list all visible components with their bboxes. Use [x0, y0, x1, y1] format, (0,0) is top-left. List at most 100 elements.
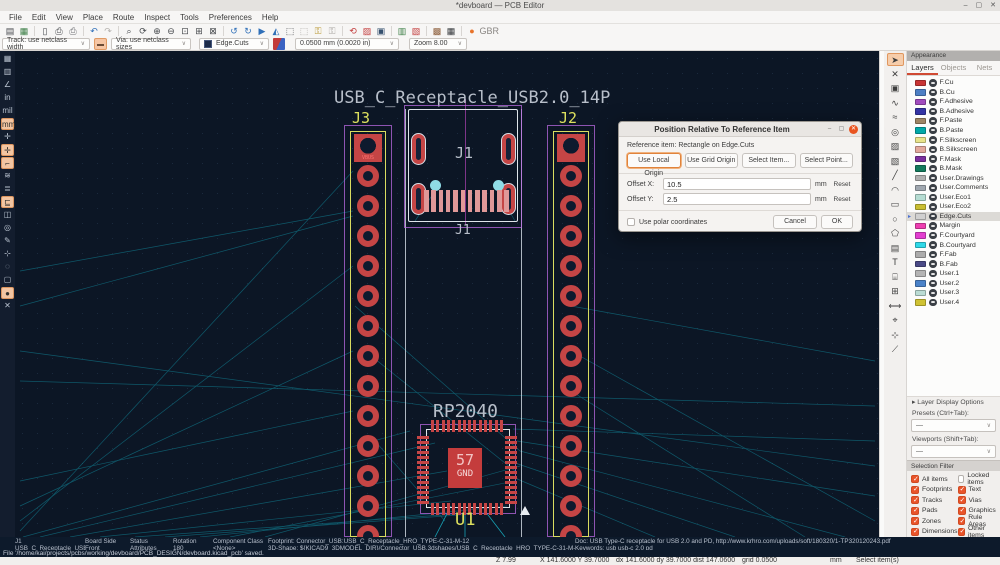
menu-help[interactable]: Help [257, 11, 283, 24]
pad[interactable] [560, 345, 582, 367]
pad[interactable] [417, 496, 429, 499]
add-textbox-icon[interactable]: ⌸ [887, 271, 904, 284]
menu-edit[interactable]: Edit [27, 11, 51, 24]
pad[interactable] [357, 375, 379, 397]
polar-coords-icon[interactable]: ⌐ [1, 157, 14, 169]
zone-display-icon[interactable]: ▢ [1, 274, 14, 286]
layer-color-swatch[interactable] [915, 175, 926, 182]
window-titlebar[interactable]: *devboard — PCB Editor ‒ ▢ ✕ [0, 0, 1000, 11]
B.Fab[interactable]: B.Fab [907, 259, 1000, 269]
filter-locked-items[interactable]: Locked items [958, 474, 1000, 485]
pad[interactable] [484, 420, 487, 432]
filter-all-items[interactable]: All items [911, 474, 958, 485]
pad[interactable] [417, 491, 429, 494]
polar-coordinates-checkbox[interactable] [627, 218, 635, 226]
window-close-button[interactable]: ✕ [990, 0, 996, 11]
pad[interactable] [442, 503, 445, 515]
pad[interactable] [417, 471, 429, 474]
pad[interactable] [452, 420, 455, 432]
layer-visibility-eye-icon[interactable] [929, 232, 937, 240]
pad[interactable] [453, 190, 458, 212]
pad[interactable] [417, 461, 429, 464]
via-size-select[interactable]: Via: use netclass sizes∨ [111, 38, 191, 50]
layer-select[interactable]: Edge.Cuts∨ [199, 38, 269, 50]
F.Paste[interactable]: F.Paste [907, 116, 1000, 126]
layer-color-swatch[interactable] [915, 127, 926, 134]
route-diff-pairs-icon[interactable]: ≈ [887, 111, 904, 124]
ratsnest-visibility-icon[interactable]: ≣ [1, 183, 14, 195]
layer-color-swatch[interactable] [915, 223, 926, 230]
pad[interactable] [417, 436, 429, 439]
pad[interactable] [417, 486, 429, 489]
layer-visibility-eye-icon[interactable] [929, 79, 937, 87]
angle-snap-icon[interactable]: ∠ [1, 79, 14, 91]
grid-origin-icon[interactable]: ⊹ [887, 329, 904, 342]
window-minimize-button[interactable]: ‒ [964, 0, 968, 11]
filter-zones[interactable]: Zones [911, 516, 958, 527]
B.Paste[interactable]: B.Paste [907, 126, 1000, 136]
draw-arc-icon[interactable]: ◠ [887, 184, 904, 197]
F.Courtyard[interactable]: F.Courtyard [907, 231, 1000, 241]
pad[interactable] [560, 255, 582, 277]
pad[interactable] [357, 285, 379, 307]
sketch-mode-icon[interactable]: ✎ [1, 235, 14, 247]
track-width-indicator-icon[interactable] [94, 38, 107, 50]
layer-color-swatch[interactable] [915, 80, 926, 87]
pad[interactable] [560, 465, 582, 487]
j1-reference-label[interactable]: J1 [455, 144, 473, 162]
u1-reference-label[interactable]: U1 [455, 510, 475, 530]
offset-y-input[interactable]: 2.5 [663, 193, 811, 205]
layer-visibility-eye-icon[interactable] [929, 155, 937, 163]
pad[interactable] [446, 190, 451, 212]
pad[interactable] [505, 476, 517, 479]
pad[interactable] [417, 476, 429, 479]
pad[interactable] [357, 345, 379, 367]
cancel-button[interactable]: Cancel [773, 215, 817, 229]
pad[interactable] [357, 165, 379, 187]
update-pcb-from-schematic-icon[interactable]: ⟲ [347, 25, 360, 37]
pad[interactable] [357, 315, 379, 337]
page-settings-icon[interactable]: ▯ [39, 25, 52, 37]
layer-visibility-eye-icon[interactable] [929, 127, 937, 135]
layer-color-swatch[interactable] [915, 99, 926, 106]
layer-visibility-eye-icon[interactable] [929, 270, 937, 278]
pad-display-icon[interactable]: ◎ [1, 222, 14, 234]
pad[interactable] [357, 405, 379, 427]
track-display-icon[interactable]: ⊹ [1, 248, 14, 260]
menu-preferences[interactable]: Preferences [204, 11, 257, 24]
pad[interactable] [505, 501, 517, 504]
pad[interactable] [463, 420, 466, 432]
F.Mask[interactable]: F.Mask [907, 154, 1000, 164]
pad[interactable] [505, 451, 517, 454]
User.4[interactable]: User.4 [907, 298, 1000, 308]
layer-color-swatch[interactable] [915, 299, 926, 306]
User.1[interactable]: User.1 [907, 269, 1000, 279]
dialog-maximize-button[interactable]: ▢ [837, 125, 846, 134]
filter-footprints[interactable]: Footprints [911, 485, 958, 496]
pad[interactable] [417, 456, 429, 459]
filter-checkbox[interactable] [911, 517, 919, 525]
filter-other-items[interactable]: Other items [958, 527, 1000, 538]
menu-route[interactable]: Route [108, 11, 139, 24]
offset-y-reset-button[interactable]: Reset [831, 193, 853, 205]
filter-checkbox[interactable] [958, 486, 966, 494]
layer-visibility-eye-icon[interactable] [929, 136, 937, 144]
unlock-icon[interactable]: ⚿ [326, 25, 339, 37]
pad[interactable] [560, 375, 582, 397]
menu-view[interactable]: View [51, 11, 78, 24]
filter-checkbox[interactable] [911, 507, 919, 515]
User.2[interactable]: User.2 [907, 278, 1000, 288]
layer-visibility-eye-icon[interactable] [929, 89, 937, 97]
cursor-shape-icon[interactable]: ✛ [1, 131, 14, 143]
add-rule-area-icon[interactable]: ▧ [887, 155, 904, 168]
zoom-objects-icon[interactable]: ⊠ [207, 25, 220, 37]
pad[interactable] [560, 495, 582, 517]
filter-checkbox[interactable] [958, 496, 966, 504]
j3-pad-1[interactable]: VBUS [354, 134, 382, 162]
grid-visibility-icon[interactable]: ▦ [1, 53, 14, 65]
layer-visibility-eye-icon[interactable] [929, 174, 937, 182]
pad[interactable] [505, 446, 517, 449]
delete-tool-icon[interactable]: ⌖ [887, 314, 904, 327]
grid-style-icon[interactable]: ▥ [1, 66, 14, 78]
pad[interactable] [357, 195, 379, 217]
